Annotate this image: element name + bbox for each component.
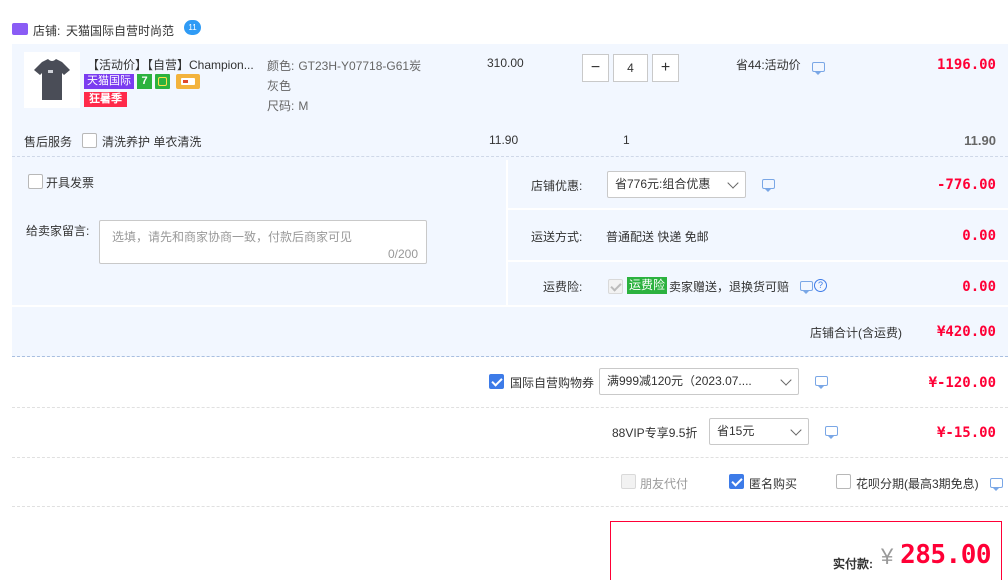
insurance-badge: 运费险 <box>627 277 668 294</box>
coupon-select[interactable]: 满999减120元（2023.07.... <box>599 368 799 395</box>
coupon-label: 国际自营购物券 <box>510 376 595 390</box>
coupon-selected: 满999减120元（2023.07.... <box>607 374 752 388</box>
service-label: 售后服务 <box>24 135 73 149</box>
card-payment-icon[interactable] <box>176 74 200 89</box>
item-attributes: 颜色: GT23H-Y07718-G61炭 灰色 尺码: M <box>267 56 421 116</box>
message-placeholder: 选填，请先和商家协商一致，付款后商家可见 <box>112 230 353 244</box>
vip-selected: 省15元 <box>717 424 755 438</box>
pay-box: 实付款: ¥ 285.00 <box>610 521 1002 580</box>
vip-info-icon[interactable] <box>825 426 838 439</box>
item-unit-price: 310.00 <box>487 56 524 70</box>
huabei-checkbox[interactable] <box>836 474 851 489</box>
chevron-down-icon <box>727 177 739 189</box>
size-value: M <box>298 99 309 113</box>
coupon-info-icon[interactable] <box>815 376 828 389</box>
quantity-plus-button[interactable]: + <box>652 54 679 82</box>
vip-divider <box>12 457 1008 458</box>
shop-name-link[interactable]: 天猫国际自营时尚范 <box>66 22 174 39</box>
store-discount-info-icon[interactable] <box>762 179 775 192</box>
details-right-divider-h3 <box>12 305 1008 307</box>
color-value-cont: 灰色 <box>267 79 292 93</box>
shop-chat-badge[interactable]: 11 <box>184 20 201 35</box>
quantity-minus-button[interactable]: − <box>582 54 609 82</box>
item-divider <box>12 156 1008 157</box>
store-total-label: 店铺合计(含运费) <box>810 326 902 340</box>
guarantee-icon[interactable] <box>155 74 170 89</box>
anonymous-checkbox[interactable] <box>729 474 744 489</box>
service-subtotal: 11.90 <box>964 133 996 148</box>
service-option: 清洗养护 单衣清洗 <box>102 135 202 149</box>
size-label: 尺码: <box>267 99 295 113</box>
details-right-divider-h1 <box>506 208 1008 210</box>
insurance-value: 卖家赠送，退换货可赔 <box>669 280 790 294</box>
message-label: 给卖家留言: <box>26 224 90 238</box>
pay-label: 实付款: <box>833 557 873 571</box>
seven-day-return-icon[interactable]: 7 <box>137 74 152 89</box>
shop-prefix: 店铺: <box>33 24 61 38</box>
shipping-value: 普通配送 快递 免邮 <box>606 230 709 244</box>
pay-currency: ¥ <box>881 544 894 569</box>
message-counter: 0/200 <box>387 247 418 261</box>
details-right-divider-h2 <box>506 260 1008 262</box>
item-subtotal: 1196.00 <box>936 57 996 73</box>
shop-header: 店铺: 天猫国际自营时尚范 11 <box>12 20 412 40</box>
tshirt-image <box>34 59 70 100</box>
store-total-amount: ¥420.00 <box>936 324 996 340</box>
insurance-checkbox <box>608 279 623 294</box>
item-title[interactable]: 【活动价】【自营】Champion... <box>87 56 254 73</box>
vip-label: 88VIP专享9.5折 <box>612 426 698 440</box>
coupon-amount: ¥-120.00 <box>928 375 996 391</box>
invoice-checkbox[interactable] <box>28 174 43 189</box>
chevron-down-icon <box>780 374 792 386</box>
discount-info-icon[interactable] <box>812 62 825 75</box>
huabei-label: 花呗分期(最高3期免息) <box>856 477 979 491</box>
quantity-stepper: − + <box>582 54 692 82</box>
item-discount-note: 省44:活动价 <box>736 58 801 72</box>
order-details-panel: 开具发票 给卖家留言: 选填，请先和商家协商一致，付款后商家可见 0/200 店… <box>12 160 1008 357</box>
message-box[interactable]: 选填，请先和商家协商一致，付款后商家可见 0/200 <box>99 220 427 264</box>
store-discount-amount: -776.00 <box>936 177 996 193</box>
color-label: 颜色: <box>267 59 295 73</box>
huabei-info-icon[interactable] <box>990 478 1003 491</box>
chevron-down-icon <box>790 424 802 436</box>
insurance-info-icon[interactable] <box>800 281 813 294</box>
color-value: GT23H-Y07718-G61炭 <box>298 59 422 73</box>
options-divider <box>12 506 1008 507</box>
friend-pay-label: 朋友代付 <box>640 477 689 491</box>
insurance-label: 运费险: <box>543 280 583 294</box>
help-icon[interactable]: ? <box>814 279 827 292</box>
shop-icon <box>12 23 28 35</box>
service-qty: 1 <box>623 133 630 147</box>
shipping-amount: 0.00 <box>962 228 996 244</box>
store-discount-select[interactable]: 省776元:组合优惠 <box>607 171 746 198</box>
product-image[interactable] <box>24 52 80 108</box>
coupon-checkbox[interactable] <box>489 374 504 389</box>
store-discount-label: 店铺优惠: <box>531 179 583 193</box>
friend-pay-checkbox <box>621 474 636 489</box>
crazy-summer-tag[interactable]: 狂暑季 <box>84 92 127 107</box>
store-discount-selected: 省776元:组合优惠 <box>615 177 711 191</box>
details-right-divider-v <box>506 160 508 305</box>
anonymous-label: 匿名购买 <box>749 477 798 491</box>
vip-amount: ¥-15.00 <box>936 425 996 441</box>
insurance-amount: 0.00 <box>962 279 996 295</box>
quantity-input[interactable] <box>613 54 648 82</box>
tmall-intl-tag[interactable]: 天猫国际 <box>84 74 134 89</box>
invoice-label: 开具发票 <box>46 176 95 190</box>
shipping-label: 运送方式: <box>531 230 583 244</box>
coupon-divider <box>12 407 1008 408</box>
vip-select[interactable]: 省15元 <box>709 418 809 445</box>
pay-amount: 285.00 <box>900 540 991 570</box>
service-price: 11.90 <box>489 133 519 147</box>
service-checkbox[interactable] <box>82 133 97 148</box>
